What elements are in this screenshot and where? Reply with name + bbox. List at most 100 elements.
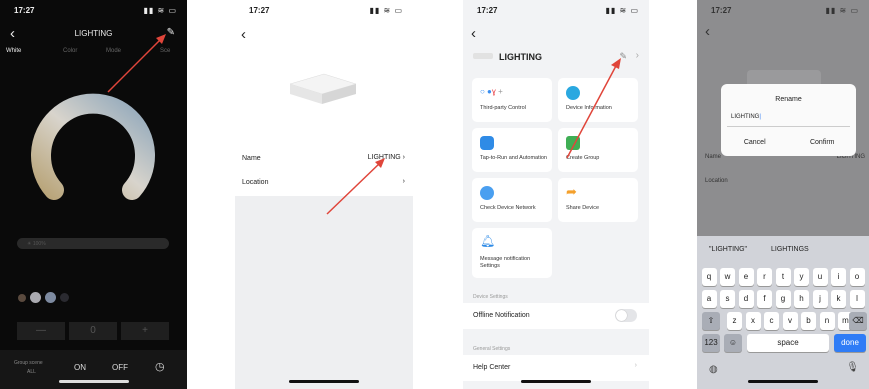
status-time: 17:27 [14, 6, 35, 15]
home-indicator [521, 380, 591, 383]
group-scene-label[interactable]: Group scene [14, 360, 43, 366]
backspace-key[interactable]: ⌫ [849, 312, 867, 330]
device-settings-screen: 17:27 ▮▮ ≋ ▭ ‹ Name LIGHTING › Location … [235, 0, 413, 389]
key-u[interactable]: u [812, 268, 828, 286]
third-party-control-card[interactable]: ○ ●ɣ + Third-party Control [472, 78, 552, 122]
keyboard: "LIGHTING" LIGHTINGS qwertyuio asdfghjkl z… [697, 236, 869, 389]
shift-key[interactable]: ⇧ [702, 312, 720, 330]
back-icon[interactable]: ‹ [241, 27, 246, 42]
key-n[interactable]: n [819, 312, 835, 330]
key-l[interactable]: l [849, 290, 865, 308]
bell-icon: 🔔︎ [480, 234, 496, 248]
step-controls: — 0 + [17, 322, 169, 340]
page-title: LIGHTING [74, 29, 113, 38]
key-g[interactable]: g [775, 290, 791, 308]
key-x[interactable]: x [745, 312, 761, 330]
bottom-bar: Group scene ALL ON OFF ◷ [0, 350, 187, 389]
device-header: LIGHTING ✎ › [473, 46, 639, 68]
name-value: LIGHTING › [368, 154, 405, 161]
tab-mode[interactable]: Mode [106, 48, 121, 54]
preset-dot-warm[interactable] [18, 293, 26, 302]
signal-wifi-battery-icon: ▮▮ ≋ ▭ [369, 6, 403, 15]
key-k[interactable]: k [831, 290, 846, 308]
device-detail-screen: 17:27 ▮▮ ≋ ▭ ‹ LIGHTING ✎ › ○ ●ɣ + Third… [463, 0, 649, 389]
rename-dialog-screen: 17:27 ▮▮ ≋ ▭ ‹ Name LIGHTING Location Re… [697, 0, 869, 389]
key-w[interactable]: w [720, 268, 735, 286]
status-bar: 17:27 ▮▮ ≋ ▭ [697, 6, 869, 20]
suggestion-1[interactable]: "LIGHTING" [709, 246, 747, 253]
edit-pencil-icon[interactable]: ✎ [619, 51, 627, 62]
rename-dialog: Rename LIGHTING| Cancel Confirm [721, 84, 856, 156]
preset-dot-neutral[interactable] [30, 292, 41, 304]
key-s[interactable]: s [720, 290, 735, 308]
rename-input[interactable]: LIGHTING| [731, 114, 761, 120]
cancel-button[interactable]: Cancel [721, 139, 789, 146]
tab-color[interactable]: Color [63, 48, 77, 54]
off-button[interactable]: OFF [112, 363, 128, 372]
on-button[interactable]: ON [74, 363, 86, 372]
preset-dot-cool[interactable] [45, 292, 56, 304]
increase-button[interactable]: + [121, 322, 169, 340]
key-e[interactable]: e [738, 268, 754, 286]
status-bar: 17:27 ▮▮ ≋ ▭ [463, 6, 649, 20]
key-t[interactable]: t [775, 268, 791, 286]
name-row[interactable]: Name LIGHTING › [235, 146, 413, 172]
input-underline [727, 126, 850, 127]
key-i[interactable]: i [831, 268, 846, 286]
back-icon[interactable]: ‹ [471, 26, 476, 41]
home-indicator [748, 380, 818, 383]
location-label: Location [242, 179, 269, 186]
empty-area [235, 196, 413, 389]
text-cursor: | [759, 114, 761, 120]
tap-to-run-card[interactable]: Tap-to-Run and Automation [472, 128, 552, 172]
emoji-key[interactable]: ☺ [724, 334, 742, 352]
help-center-row[interactable]: Help Center › [463, 355, 649, 381]
key-q[interactable]: q [701, 268, 717, 286]
chevron-right-icon: › [402, 154, 405, 161]
key-j[interactable]: j [812, 290, 828, 308]
edit-pencil-icon[interactable]: ✎ [167, 27, 175, 38]
brightness-slider[interactable]: ☀ 100% [17, 238, 169, 249]
key-o[interactable]: o [849, 268, 865, 286]
key-z[interactable]: z [727, 312, 742, 330]
location-row[interactable]: Location › [235, 170, 413, 196]
add-preset-dot[interactable] [60, 293, 69, 303]
automation-icon [480, 136, 494, 150]
suggestion-2[interactable]: LIGHTINGS [771, 246, 809, 253]
back-icon[interactable]: ‹ [705, 24, 710, 39]
key-a[interactable]: a [701, 290, 717, 308]
message-notification-card[interactable]: 🔔︎ Message notification Settings [472, 228, 552, 278]
device-information-card[interactable]: Device Information [558, 78, 638, 122]
key-b[interactable]: b [801, 312, 816, 330]
status-time: 17:27 [249, 6, 270, 15]
info-icon [566, 86, 580, 100]
chevron-right-icon[interactable]: › [636, 50, 639, 61]
key-y[interactable]: y [794, 268, 809, 286]
number-key[interactable]: 123 [702, 334, 720, 352]
create-group-card[interactable]: Create Group [558, 128, 638, 172]
key-c[interactable]: c [764, 312, 779, 330]
check-network-card[interactable]: Check Device Network [472, 178, 552, 222]
signal-wifi-battery-icon: ▮▮ ≋ ▭ [605, 6, 639, 15]
key-f[interactable]: f [757, 290, 772, 308]
status-time: 17:27 [711, 6, 732, 15]
group-icon [566, 136, 580, 150]
confirm-button[interactable]: Confirm [789, 139, 857, 146]
globe-icon[interactable]: ◍ [709, 364, 718, 375]
key-d[interactable]: d [738, 290, 754, 308]
share-device-card[interactable]: ➦ Share Device [558, 178, 638, 222]
key-v[interactable]: v [782, 312, 798, 330]
space-key[interactable]: space [747, 334, 829, 352]
decrease-button[interactable]: — [17, 322, 65, 340]
key-r[interactable]: r [757, 268, 772, 286]
tab-scene[interactable]: Sce [160, 48, 170, 54]
key-h[interactable]: h [794, 290, 809, 308]
tab-white[interactable]: White [6, 48, 21, 54]
done-key[interactable]: done [834, 334, 866, 352]
offline-notification-row: Offline Notification [463, 303, 649, 329]
status-time: 17:27 [477, 6, 498, 15]
color-temperature-wheel[interactable] [28, 78, 158, 208]
offline-notification-toggle[interactable] [615, 309, 637, 322]
microphone-icon[interactable]: 🎙︎ [846, 362, 859, 373]
clock-icon[interactable]: ◷ [155, 360, 165, 373]
